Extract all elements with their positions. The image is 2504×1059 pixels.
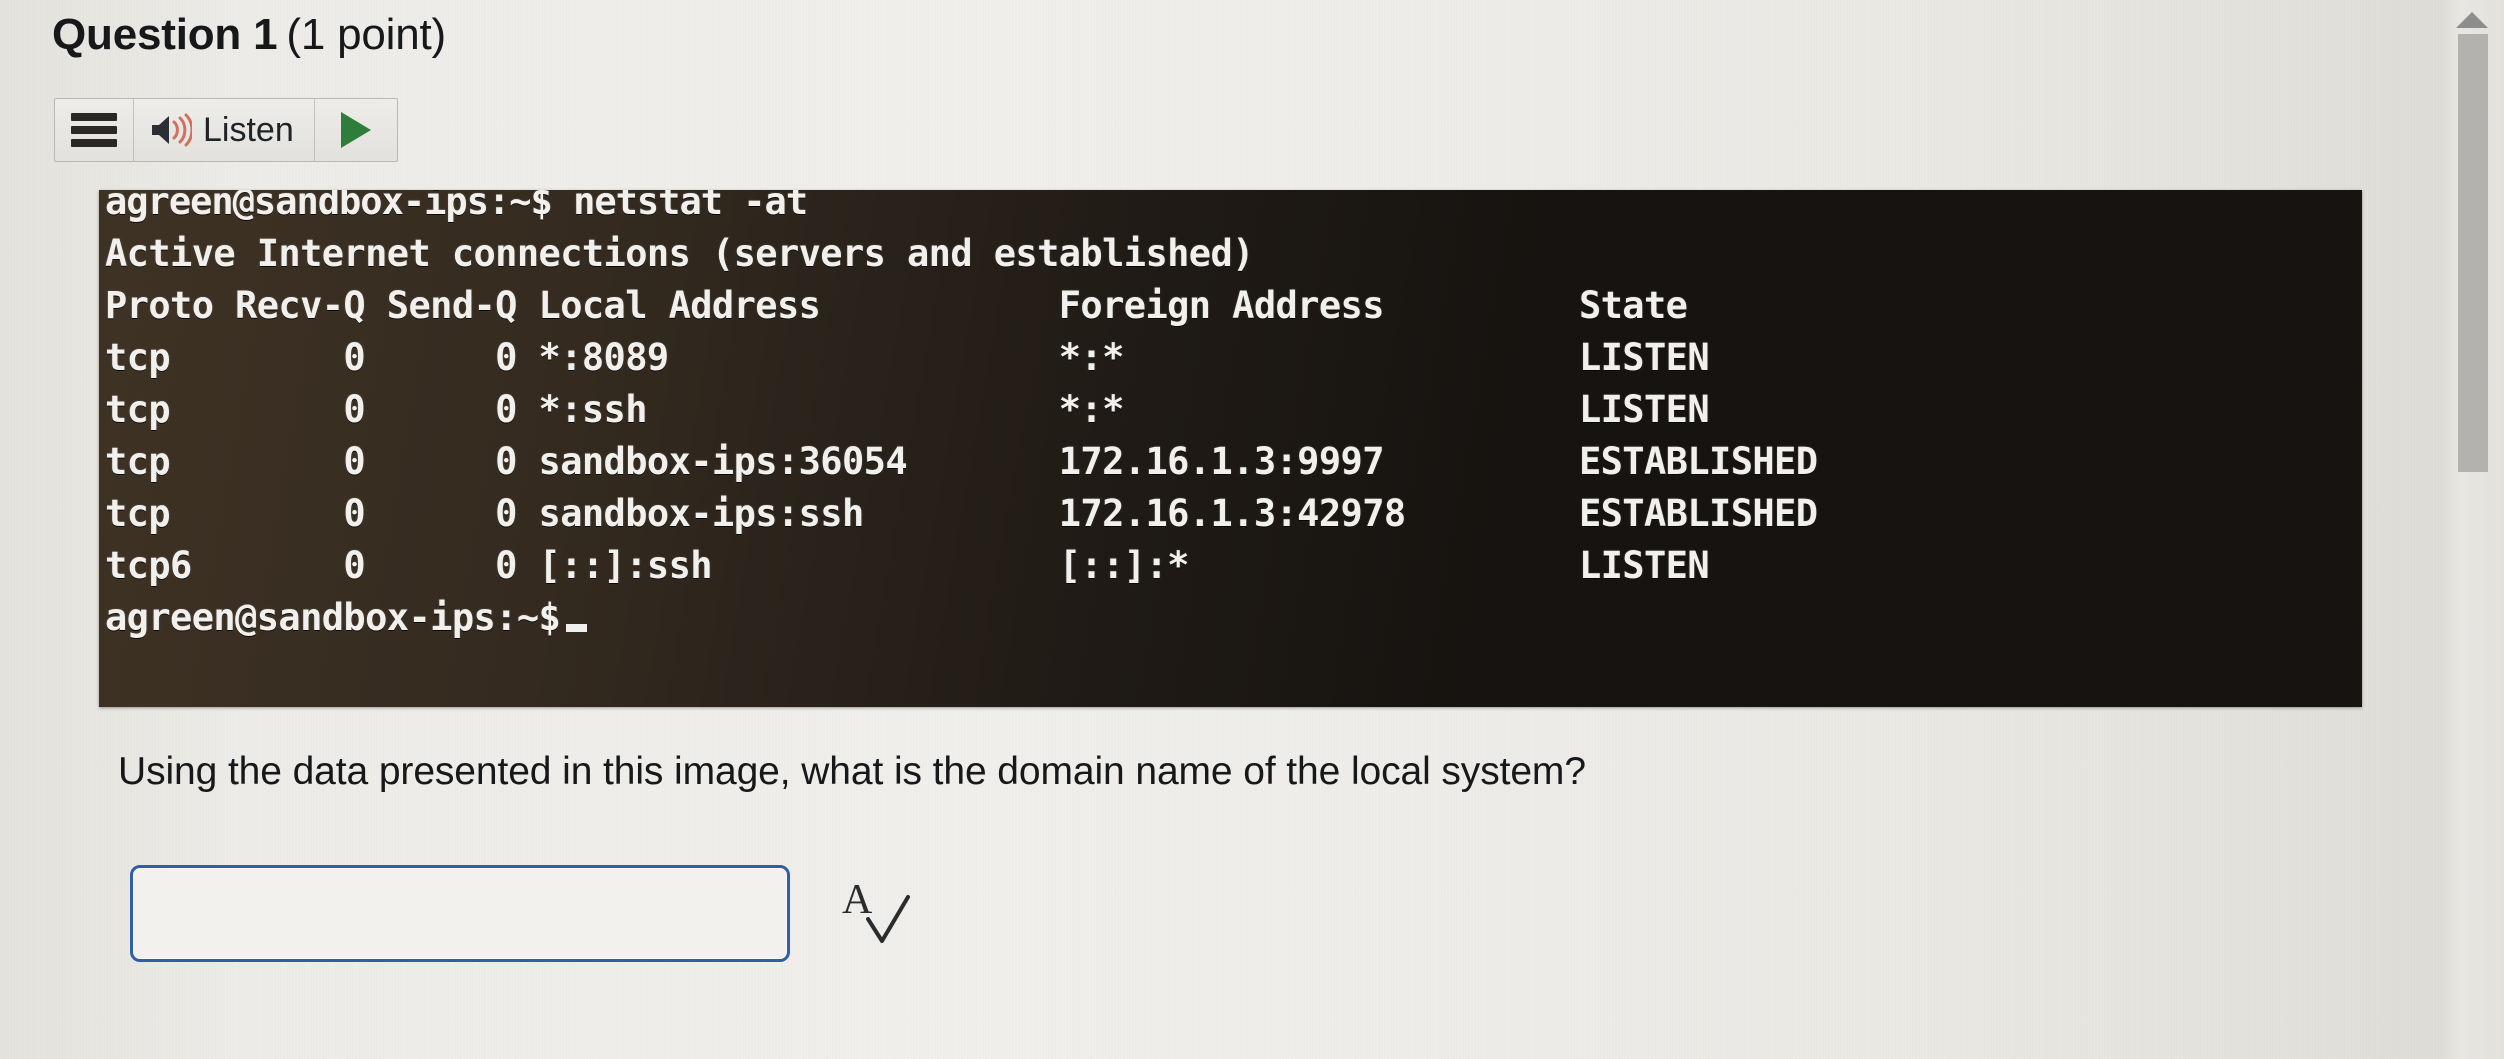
question-prompt-text: Using the data presented in this image, … (118, 750, 1586, 793)
listen-button[interactable]: Listen (134, 99, 315, 161)
answer-input[interactable] (130, 865, 790, 962)
terminal-row: tcp 0 0 *:8089 *:* LISTEN (105, 336, 1710, 379)
question-content-area: Question 1 (1 point) Listen agreen@sandb… (0, 0, 2440, 1059)
terminal-row: tcp 0 0 *:ssh *:* LISTEN (105, 388, 1710, 431)
page-title: Question 1 (1 point) (52, 8, 446, 62)
answer-row: A (130, 865, 912, 962)
scrollbar-thumb[interactable] (2458, 34, 2488, 472)
listen-toolbar: Listen (54, 98, 398, 162)
spellcheck-icon[interactable]: A (838, 871, 912, 957)
play-triangle-icon (340, 112, 371, 148)
terminal-line: Active Internet connections (servers and… (105, 232, 1254, 275)
terminal-screenshot: agreen@sandbox-ips:~$ netstat -at Active… (99, 190, 2362, 707)
listen-label: Listen (203, 111, 294, 149)
terminal-prompt-line: agreen@sandbox-ips:~$ (105, 592, 2362, 644)
terminal-line: agreen@sandbox-ips:~$ netstat -at (105, 190, 808, 223)
terminal-cursor (566, 624, 588, 632)
play-button[interactable] (315, 99, 397, 161)
terminal-row: tcp6 0 0 [::]:ssh [::]:* LISTEN (105, 544, 1710, 587)
menu-button[interactable] (55, 99, 134, 161)
terminal-row: tcp 0 0 sandbox-ips:36054 172.16.1.3:999… (105, 440, 1818, 483)
question-points-label: (1 point) (286, 10, 446, 59)
vertical-scrollbar[interactable] (2440, 0, 2504, 1059)
hamburger-menu-icon (71, 113, 117, 147)
scroll-up-arrow-icon[interactable] (2456, 12, 2488, 28)
terminal-header-row: Proto Recv-Q Send-Q Local Address Foreig… (105, 284, 1688, 327)
question-number-label: Question 1 (52, 10, 278, 59)
speaker-icon (150, 113, 194, 147)
terminal-prompt-text: agreen@sandbox-ips:~$ (105, 596, 561, 639)
terminal-row: tcp 0 0 sandbox-ips:ssh 172.16.1.3:42978… (105, 492, 1818, 535)
svg-text:A: A (842, 877, 873, 923)
